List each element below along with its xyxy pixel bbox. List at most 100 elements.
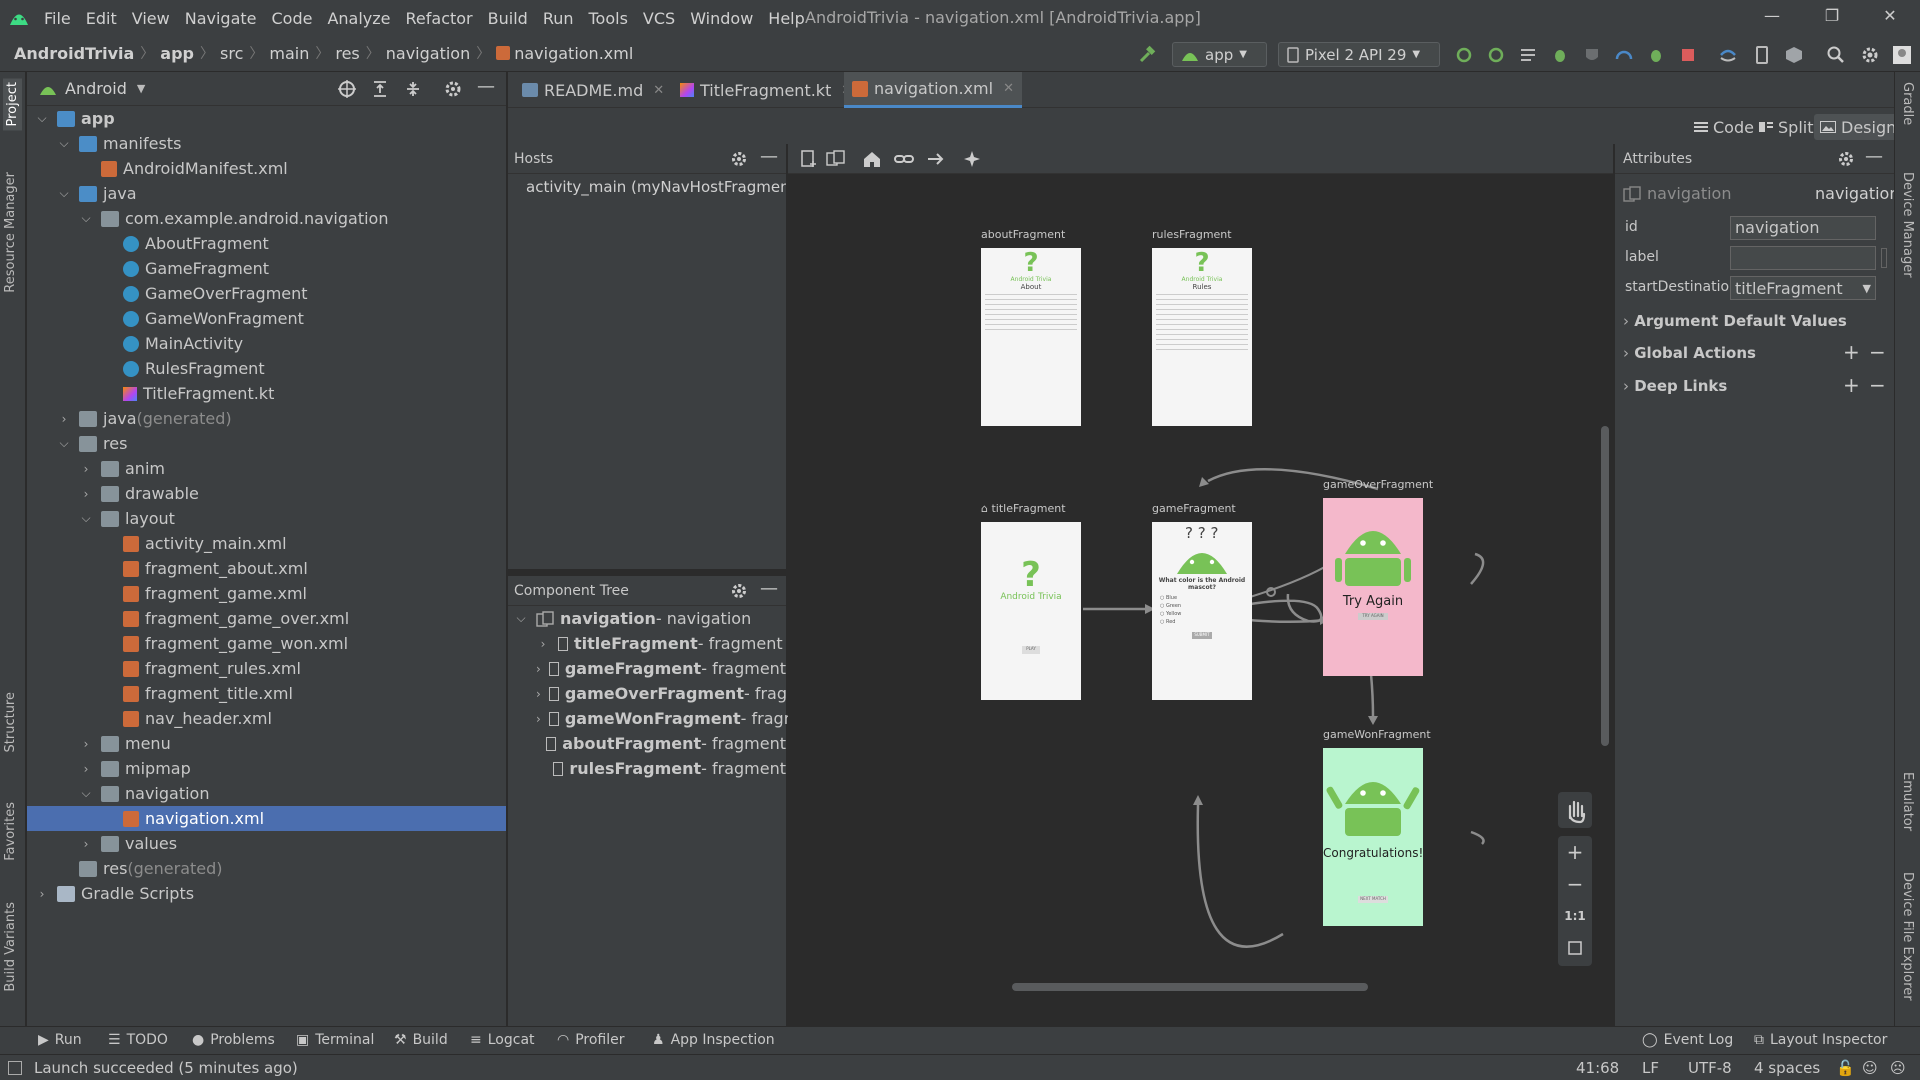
- menu-navigate[interactable]: Navigate: [185, 9, 257, 28]
- component-tree-item-rulesfragment[interactable]: rulesFragment - fragment: [508, 756, 786, 781]
- chevron-down-icon[interactable]: ⌵: [79, 211, 93, 226]
- label-field[interactable]: [1730, 246, 1876, 270]
- component-tree-item-gamewonfragment[interactable]: › gameWonFragment - fragm: [508, 706, 799, 731]
- argument-defaults-section[interactable]: › Argument Default Values: [1623, 312, 1847, 330]
- menu-view[interactable]: View: [132, 9, 170, 28]
- component-tree-item-aboutfragment[interactable]: aboutFragment - fragment: [508, 731, 786, 756]
- project-tree-item-fragment-about-xml[interactable]: fragment_about.xml: [27, 556, 506, 581]
- menu-analyze[interactable]: Analyze: [327, 9, 390, 28]
- make-project-hammer-icon[interactable]: [1137, 45, 1157, 65]
- favorites-tool-button[interactable]: Favorites: [3, 802, 18, 861]
- expand-all-icon[interactable]: [370, 79, 390, 99]
- chevron-right-icon[interactable]: ›: [79, 737, 93, 751]
- start-destination-dropdown[interactable]: titleFragment ▼: [1730, 276, 1876, 300]
- breadcrumb-file[interactable]: navigation.xml: [514, 44, 633, 63]
- project-tree-item-values[interactable]: › values: [27, 831, 506, 856]
- chevron-down-icon[interactable]: ⌵: [79, 511, 93, 526]
- tab-titlefragment[interactable]: TitleFragment.kt✕: [672, 72, 860, 108]
- auto-arrange-sparkle-icon[interactable]: [962, 149, 982, 169]
- minimize-icon[interactable]: —: [1760, 6, 1784, 30]
- chevron-down-icon[interactable]: ▼: [137, 82, 145, 95]
- tab-navigation-xml[interactable]: navigation.xml ✕: [844, 72, 1022, 108]
- chevron-down-icon[interactable]: ⌵: [57, 136, 71, 151]
- menu-build[interactable]: Build: [488, 9, 528, 28]
- layout-inspector-tool-button[interactable]: ⧉ Layout Inspector: [1754, 1032, 1887, 1048]
- project-tree-item-gamefragment[interactable]: GameFragment: [27, 256, 506, 281]
- project-tool-button[interactable]: Project: [3, 78, 22, 131]
- zoom-in-button[interactable]: +: [1558, 836, 1592, 868]
- split-view-button[interactable]: Split: [1753, 114, 1819, 140]
- chevron-right-icon[interactable]: ›: [536, 687, 541, 701]
- locate-file-icon[interactable]: [337, 79, 357, 99]
- project-tree-item-layout[interactable]: ⌵ layout: [27, 506, 506, 531]
- menu-window[interactable]: Window: [690, 9, 753, 28]
- problems-tool-button[interactable]: ● Problems: [192, 1032, 275, 1048]
- menu-tools[interactable]: Tools: [589, 9, 628, 28]
- project-tree-item-mipmap[interactable]: › mipmap: [27, 756, 506, 781]
- hide-panel-icon[interactable]: —: [1865, 146, 1883, 167]
- code-view-button[interactable]: Code: [1688, 114, 1760, 140]
- profile-icon[interactable]: [1614, 45, 1634, 65]
- chevron-down-icon[interactable]: ⌵: [57, 436, 71, 451]
- add-global-action-icon[interactable]: +: [1843, 340, 1860, 364]
- menu-file[interactable]: File: [44, 9, 71, 28]
- apply-code-changes-icon[interactable]: [1486, 45, 1506, 65]
- global-actions-section[interactable]: › Global Actions: [1623, 344, 1756, 362]
- design-view-button[interactable]: Design: [1814, 114, 1903, 140]
- project-tree-item-java[interactable]: › java (generated): [27, 406, 506, 431]
- tab-readme[interactable]: README.md ✕: [514, 72, 672, 108]
- project-tree-item-fragment-game-xml[interactable]: fragment_game.xml: [27, 581, 506, 606]
- device-dropdown[interactable]: Pixel 2 API 29 ▼: [1278, 42, 1440, 67]
- zoom-actual-size-button[interactable]: 1:1: [1558, 900, 1592, 932]
- assign-start-destination-home-icon[interactable]: [862, 149, 882, 169]
- game-fragment-preview[interactable]: ? ? ? What color is the Android mascot? …: [1152, 522, 1252, 700]
- project-view-selector[interactable]: Android: [65, 79, 127, 98]
- close-tab-icon[interactable]: ✕: [1003, 81, 1014, 96]
- project-tree-item-fragment-game-over-xml[interactable]: fragment_game_over.xml: [27, 606, 506, 631]
- component-tree-item-titlefragment[interactable]: › titleFragment - fragment: [508, 631, 786, 656]
- label-picker-button[interactable]: [1881, 248, 1887, 268]
- search-icon[interactable]: [1826, 45, 1846, 65]
- project-tree-item-titlefragment-kt[interactable]: TitleFragment.kt: [27, 381, 506, 406]
- project-tree-item-app[interactable]: ⌵ app: [27, 106, 506, 131]
- todo-tool-button[interactable]: ☰ TODO: [108, 1032, 168, 1048]
- collapse-all-icon[interactable]: [403, 79, 423, 99]
- project-tree-item-manifests[interactable]: ⌵ manifests: [27, 131, 506, 156]
- options-gear-icon[interactable]: [443, 79, 463, 99]
- chevron-down-icon[interactable]: ⌵: [57, 186, 71, 201]
- project-tree-item-gameoverfragment[interactable]: GameOverFragment: [27, 281, 506, 306]
- chevron-right-icon[interactable]: ›: [536, 637, 550, 651]
- add-action-arrow-icon[interactable]: [926, 149, 946, 169]
- remove-global-action-icon[interactable]: −: [1869, 340, 1886, 364]
- chevron-down-icon[interactable]: ⌵: [79, 786, 93, 801]
- hide-panel-icon[interactable]: —: [760, 578, 778, 599]
- chevron-right-icon[interactable]: ›: [35, 887, 49, 901]
- project-tree-item-com-example-android-navigation[interactable]: ⌵ com.example.android.navigation: [27, 206, 506, 231]
- chevron-right-icon[interactable]: ›: [536, 712, 541, 726]
- run-tool-button[interactable]: ▶ Run: [38, 1032, 82, 1048]
- chevron-down-icon[interactable]: ⌵: [35, 111, 49, 126]
- terminal-tool-button[interactable]: ▣ Terminal: [296, 1032, 374, 1048]
- indent-setting[interactable]: 4 spaces: [1754, 1059, 1820, 1077]
- component-tree-root[interactable]: ⌵ navigation - navigation: [508, 606, 786, 631]
- project-tree-item-nav-header-xml[interactable]: nav_header.xml: [27, 706, 506, 731]
- structure-tool-button[interactable]: Structure: [3, 692, 18, 752]
- menu-edit[interactable]: Edit: [86, 9, 117, 28]
- debug-icon[interactable]: [1550, 45, 1570, 65]
- device-manager-icon[interactable]: [1752, 45, 1772, 65]
- attach-debugger-icon[interactable]: [1646, 45, 1666, 65]
- chevron-right-icon[interactable]: ›: [79, 837, 93, 851]
- breadcrumb-res[interactable]: res: [335, 44, 359, 63]
- zoom-to-fit-button[interactable]: [1558, 932, 1592, 964]
- status-message[interactable]: Launch succeeded (5 minutes ago): [34, 1059, 298, 1077]
- lock-icon[interactable]: 🔓: [1836, 1059, 1855, 1077]
- project-tree-item-fragment-rules-xml[interactable]: fragment_rules.xml: [27, 656, 506, 681]
- project-tree-item-drawable[interactable]: › drawable: [27, 481, 506, 506]
- build-tool-button[interactable]: ⚒ Build: [394, 1032, 448, 1048]
- close-tab-icon[interactable]: ✕: [653, 83, 664, 98]
- breadcrumb-module[interactable]: app: [160, 44, 194, 63]
- breadcrumb-src[interactable]: src: [220, 44, 243, 63]
- chevron-right-icon[interactable]: ›: [79, 462, 93, 476]
- navigation-graph-canvas[interactable]: aboutFragment ? Android Trivia About rul…: [788, 174, 1613, 999]
- breadcrumb-main[interactable]: main: [269, 44, 309, 63]
